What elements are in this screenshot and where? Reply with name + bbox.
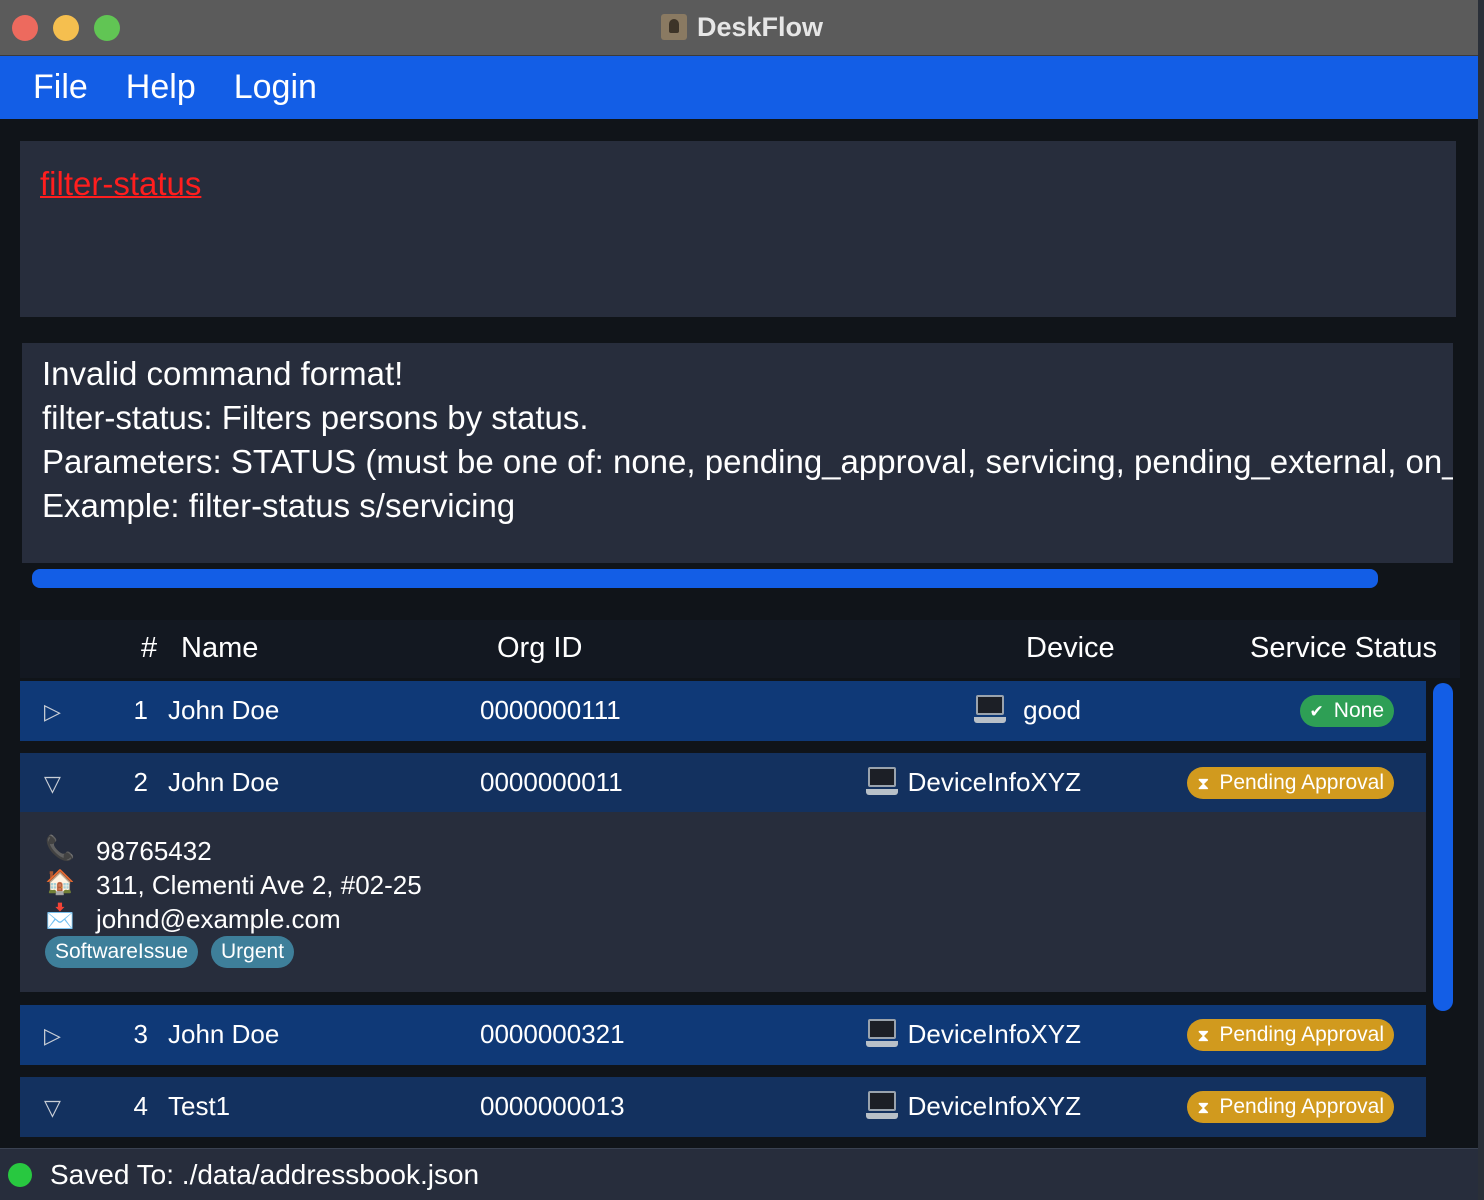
header-index: # <box>141 632 158 664</box>
expand-chevron-down-icon[interactable]: ▽ <box>44 771 61 797</box>
table-row[interactable]: ▽ 4 Test1 0000000013 DeviceInfoXYZ ⧗ Pend… <box>20 1077 1426 1137</box>
menu-help[interactable]: Help <box>126 68 196 107</box>
result-line: Invalid command format! <box>42 355 404 392</box>
row-name: Test1 <box>168 1091 231 1121</box>
inbox-icon: 📩 <box>45 903 75 930</box>
saved-status-dot-icon <box>8 1163 32 1187</box>
expand-chevron-down-icon[interactable]: ▽ <box>44 1095 61 1121</box>
row-org-id: 0000000013 <box>480 1091 625 1121</box>
list-header: # Name Org ID Device Service Status <box>20 620 1460 678</box>
row-device: DeviceInfoXYZ <box>907 1091 1081 1121</box>
title-bar: DeskFlow <box>0 0 1484 56</box>
row-device: DeviceInfoXYZ <box>907 1019 1081 1049</box>
window-title: DeskFlow <box>0 12 1484 43</box>
hourglass-icon: ⧗ <box>1197 774 1210 793</box>
status-bar: Saved To: ./data/addressbook.json <box>0 1148 1484 1200</box>
expand-chevron-right-icon[interactable]: ▷ <box>44 699 61 725</box>
status-badge: ⧗ Pending Approval <box>1187 1019 1394 1051</box>
detail-email: johnd@example.com <box>96 904 341 934</box>
status-badge-label: Pending Approval <box>1219 1095 1384 1118</box>
check-icon: ✔ <box>1309 702 1324 721</box>
status-badge: ✔ None <box>1299 695 1394 727</box>
expand-chevron-right-icon[interactable]: ▷ <box>44 1023 61 1049</box>
row-index: 2 <box>133 767 148 797</box>
command-text: filter-status <box>40 165 202 202</box>
status-badge: ⧗ Pending Approval <box>1187 767 1394 799</box>
tag-chip: Urgent <box>211 936 295 968</box>
house-icon: 🏠 <box>45 869 75 896</box>
hourglass-icon: ⧗ <box>1197 1098 1210 1117</box>
window-edge <box>1478 0 1484 1200</box>
hourglass-icon: ⧗ <box>1197 1026 1210 1045</box>
header-device: Device <box>1026 632 1115 664</box>
result-line: Example: filter-status s/servicing <box>42 487 516 524</box>
row-index: 3 <box>133 1019 148 1049</box>
menu-bar: File Help Login <box>0 56 1478 119</box>
table-row[interactable]: ▽ 2 John Doe 0000000011 DeviceInfoXYZ ⧗ P… <box>20 753 1426 813</box>
status-badge-label: None <box>1333 699 1384 722</box>
status-badge: ⧗ Pending Approval <box>1187 1091 1394 1123</box>
result-line: filter-status: Filters persons by status… <box>42 399 589 436</box>
command-input[interactable]: filter-status <box>20 141 1456 317</box>
menu-login[interactable]: Login <box>234 68 317 107</box>
row-index: 1 <box>133 695 148 725</box>
row-org-id: 0000000011 <box>480 767 623 797</box>
header-name: Name <box>181 632 259 664</box>
save-location-text: Saved To: ./data/addressbook.json <box>50 1159 480 1190</box>
phone-icon: 📞 <box>45 835 75 862</box>
row-name: John Doe <box>168 695 280 725</box>
status-badge-label: Pending Approval <box>1219 1023 1384 1046</box>
result-line: Parameters: STATUS (must be one of: none… <box>42 443 1453 480</box>
menu-file[interactable]: File <box>33 68 88 107</box>
header-service-status: Service Status <box>1250 632 1437 664</box>
row-org-id: 0000000111 <box>480 695 621 725</box>
row-name: John Doe <box>168 1019 280 1049</box>
row-details-panel: 📞 98765432 🏠 311, Clementi Ave 2, #02-25… <box>20 812 1426 992</box>
window-title-text: DeskFlow <box>696 12 824 42</box>
row-org-id: 0000000321 <box>480 1019 625 1049</box>
list-vertical-scrollbar[interactable] <box>1433 683 1453 1011</box>
app-contacts-icon <box>660 14 687 40</box>
row-index: 4 <box>133 1091 148 1121</box>
table-row[interactable]: ▷ 1 John Doe 0000000111 good ✔ None <box>20 681 1426 741</box>
result-horizontal-scrollbar[interactable] <box>32 569 1378 588</box>
result-display: Invalid command format! filter-status: F… <box>22 343 1453 563</box>
detail-address: 311, Clementi Ave 2, #02-25 <box>96 870 422 900</box>
detail-phone: 98765432 <box>96 836 212 866</box>
laptop-icon <box>866 767 898 797</box>
laptop-icon <box>974 695 1006 725</box>
row-device: good <box>1023 695 1081 725</box>
person-list: # Name Org ID Device Service Status ▷ 1 … <box>20 620 1460 1148</box>
header-org-id: Org ID <box>497 632 583 664</box>
laptop-icon <box>866 1019 898 1049</box>
table-row[interactable]: ▷ 3 John Doe 0000000321 DeviceInfoXYZ ⧗ P… <box>20 1005 1426 1065</box>
row-name: John Doe <box>168 767 280 797</box>
laptop-icon <box>866 1091 898 1121</box>
row-device: DeviceInfoXYZ <box>907 767 1081 797</box>
tag-chip: SoftwareIssue <box>45 936 199 968</box>
status-badge-label: Pending Approval <box>1219 771 1384 794</box>
